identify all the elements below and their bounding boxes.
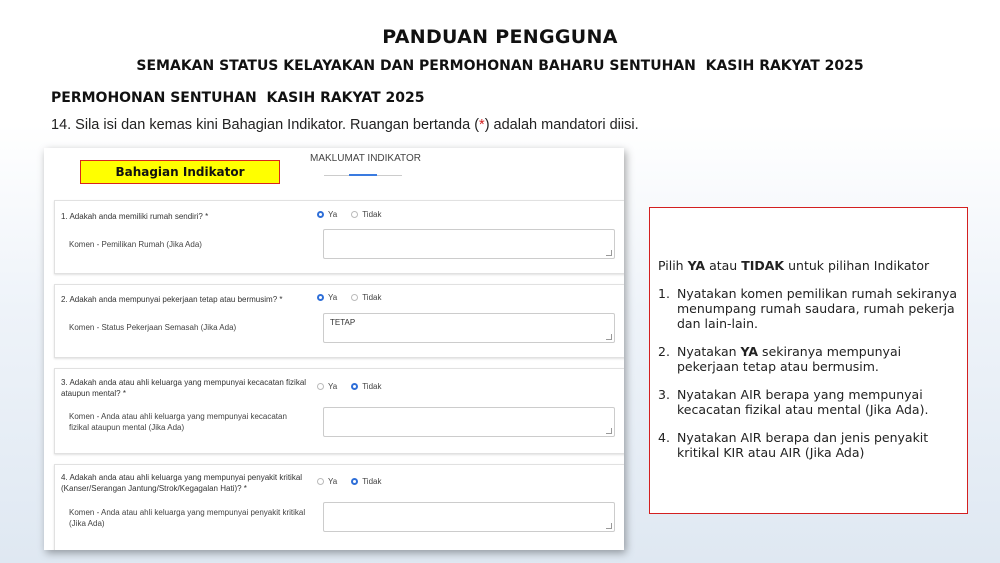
radio-group: Ya Tidak — [317, 382, 395, 391]
form-screenshot-panel: Bahagian Indikator MAKLUMAT INDIKATOR 1.… — [44, 148, 624, 550]
indicator-card-1: 1. Adakah anda memiliki rumah sendiri? *… — [54, 200, 624, 274]
instruction-item: 4. Nyatakan AIR berapa dan jenis penyakit… — [658, 430, 929, 460]
instructions-intro: Pilih YA atau TIDAK untuk pilihan Indika… — [658, 258, 930, 273]
indicator-card-4: 4. Adakah anda atau ahli keluarga yang m… — [54, 464, 624, 550]
page-title: PANDUAN PENGGUNA — [382, 26, 618, 48]
resize-grip-icon[interactable] — [606, 428, 612, 434]
comment-textarea[interactable] — [323, 407, 615, 437]
instructions-list: 1. Nyatakan komen pemilikan rumah sekiran… — [658, 286, 963, 473]
radio-ya-selected[interactable] — [317, 211, 324, 218]
radio-label-tidak: Tidak — [362, 293, 382, 302]
instructions-box: Pilih YA atau TIDAK untuk pilihan Indika… — [649, 207, 968, 514]
resize-grip-icon[interactable] — [606, 523, 612, 529]
comment-label: Komen - Anda atau ahli keluarga yang mem… — [69, 412, 287, 432]
comment-label: Komen - Pemilikan Rumah (Jika Ada) — [69, 240, 202, 249]
radio-label-tidak: Tidak — [362, 477, 382, 486]
indicator-card-3: 3. Adakah anda atau ahli keluarga yang m… — [54, 368, 624, 454]
radio-label-ya: Ya — [328, 382, 338, 391]
comment-textarea[interactable] — [323, 502, 615, 532]
page-subtitle: SEMAKAN STATUS KELAYAKAN DAN PERMOHONAN … — [136, 58, 864, 74]
tab-active-indicator — [349, 174, 377, 176]
radio-ya[interactable] — [317, 383, 324, 390]
radio-ya[interactable] — [317, 478, 324, 485]
radio-tidak-selected[interactable] — [351, 478, 359, 485]
section-heading: PERMOHONAN SENTUHAN KASIH RAKYAT 2025 — [51, 90, 425, 106]
indicator-card-2: 2. Adakah anda mempunyai pekerjaan tetap… — [54, 284, 624, 358]
radio-label-tidak: Tidak — [362, 210, 382, 219]
tab-underline — [324, 174, 402, 176]
question-label: 1. Adakah anda memiliki rumah sendiri? * — [61, 212, 209, 221]
radio-label-tidak: Tidak — [362, 382, 382, 391]
comment-textarea[interactable] — [323, 229, 615, 259]
radio-group: Ya Tidak — [317, 293, 395, 302]
comment-textarea[interactable]: TETAP — [323, 313, 615, 343]
comment-label: Komen - Anda atau ahli keluarga yang mem… — [69, 508, 306, 528]
resize-grip-icon[interactable] — [606, 250, 612, 256]
instruction-item: 2. Nyatakan YA sekiranya mempunyai pekerj… — [658, 344, 902, 374]
radio-tidak[interactable] — [351, 294, 359, 301]
resize-grip-icon[interactable] — [606, 334, 612, 340]
instruction-item: 3. Nyatakan AIR berapa yang mempunyai kec… — [658, 387, 929, 417]
tab-maklumat-indikator[interactable]: MAKLUMAT INDIKATOR — [310, 153, 421, 164]
question-label: 3. Adakah anda atau ahli keluarga yang m… — [61, 378, 307, 398]
comment-label: Komen - Status Pekerjaan Semasah (Jika A… — [69, 323, 237, 332]
instruction-text: 14. Sila isi dan kemas kini Bahagian Ind… — [51, 117, 639, 133]
question-label: 4. Adakah anda atau ahli keluarga yang m… — [61, 473, 303, 493]
instruction-item: 1. Nyatakan komen pemilikan rumah sekiran… — [658, 286, 958, 331]
radio-label-ya: Ya — [328, 477, 338, 486]
radio-tidak-selected[interactable] — [351, 383, 359, 390]
radio-label-ya: Ya — [328, 210, 338, 219]
question-label: 2. Adakah anda mempunyai pekerjaan tetap… — [61, 295, 283, 304]
radio-group: Ya Tidak — [317, 477, 395, 486]
radio-label-ya: Ya — [328, 293, 338, 302]
section-badge: Bahagian Indikator — [80, 160, 280, 184]
radio-ya-selected[interactable] — [317, 294, 324, 301]
radio-group: Ya Tidak — [317, 210, 395, 219]
radio-tidak[interactable] — [351, 211, 359, 218]
